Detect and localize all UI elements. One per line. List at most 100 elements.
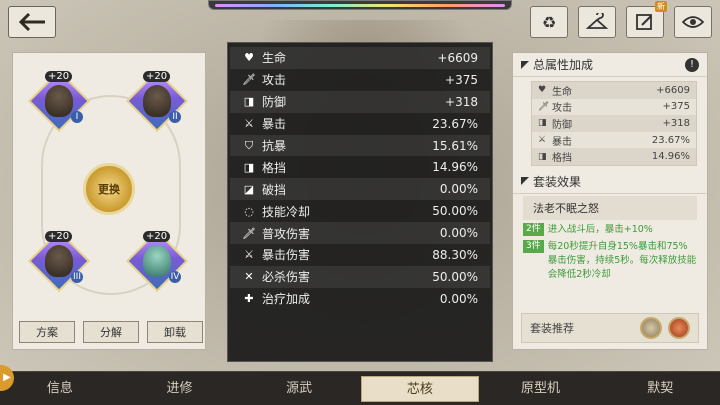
tab-prototype[interactable]: 原型机 [483, 376, 599, 402]
stat-value: 0.00% [439, 226, 478, 241]
crit-damage-icon: ⚔ [244, 248, 254, 262]
stat-name: 治疗加成 [262, 292, 311, 307]
stat-name: 必杀伤害 [262, 270, 311, 285]
outfit-button[interactable] [578, 6, 616, 38]
stat-row-hp: ♥ 生命 +6609 [230, 47, 490, 69]
total-attrs-header: 总属性加成 ! [513, 53, 707, 77]
slot-number: I [71, 111, 83, 123]
stat-row-crit-dmg: ⚔ 暴击伤害 88.30% [230, 244, 490, 266]
stat-value: +375 [445, 72, 478, 87]
stat-value: 88.30% [432, 247, 478, 262]
bottom-nav: 信息 进修 源武 芯核 原型机 默契 [0, 371, 720, 405]
attr-value: +375 [662, 101, 690, 113]
tab-bond[interactable]: 默契 [602, 376, 718, 402]
stat-row-heal: ✚ 治疗加成 0.00% [230, 288, 490, 310]
section-marker-icon [521, 177, 529, 186]
recommend-core-icon[interactable] [640, 317, 662, 339]
slot-number: II [169, 111, 181, 123]
attr-row: ♥ 生命 +6609 [532, 82, 696, 99]
swap-button[interactable]: 更换 [83, 163, 135, 215]
heart-icon: ♥ [538, 85, 547, 96]
stat-value: 50.00% [432, 204, 478, 219]
sword-icon: 🗡 [242, 73, 256, 87]
total-attrs-list: ♥ 生命 +6609 🗡 攻击 +375 ◨ 防御 +318 ⚔ 暴击 23.67% ◨ 格挡 14… [531, 81, 697, 166]
recycle-button[interactable]: ♻ [530, 6, 568, 38]
block-icon: ◨ [243, 160, 255, 174]
stat-value: 0.00% [439, 182, 478, 197]
sword-icon: 🗡 [538, 101, 550, 112]
info-icon[interactable]: ! [685, 57, 699, 72]
slot-number: III [71, 271, 83, 283]
dismantle-button[interactable]: 分解 [83, 321, 139, 343]
normal-attack-icon: 🗡 [242, 226, 256, 240]
view-button[interactable] [674, 6, 712, 38]
slot-level: +20 [143, 71, 171, 82]
anubis-core-icon [143, 85, 171, 117]
attr-name: 暴击 [552, 136, 572, 148]
attr-value: 23.67% [651, 134, 690, 146]
core-slot-1[interactable]: +20 I [27, 69, 91, 133]
set-piece-tag: 3件 [523, 239, 544, 253]
set-recommend-label: 套装推荐 [530, 322, 574, 335]
stat-row-crit-resist: ⛉ 抗暴 15.61% [230, 134, 490, 157]
core-slot-2[interactable]: +20 II [125, 69, 189, 133]
break-block-icon: ◪ [243, 182, 255, 196]
tab-core[interactable]: 芯核 [361, 375, 479, 402]
recommend-core-icon[interactable] [668, 317, 690, 339]
set-effect-text: 进入战斗后，暴击+10% [547, 223, 653, 235]
core-slot-3[interactable]: +20 III [27, 229, 91, 293]
set-effect-text: 每20秒提升自身15%暴击和75%暴击伤害，持续5秒。每次释放技能会降低2秒冷却 [547, 240, 697, 280]
tab-info[interactable]: 信息 [2, 376, 118, 402]
set-recommend-button[interactable]: 套装推荐 [521, 313, 699, 343]
crossed-swords-icon: ⚔ [244, 117, 254, 131]
stat-name: 生命 [262, 51, 287, 66]
shield-icon: ◨ [243, 95, 255, 109]
ultimate-icon: ✕ [244, 270, 254, 284]
attr-row: ⚔ 暴击 23.67% [532, 132, 696, 149]
stat-row-cooldown: ◌ 技能冷却 50.00% [230, 200, 490, 222]
stat-name: 暴击 [262, 117, 287, 132]
attr-value: +6609 [656, 84, 690, 96]
stat-name: 破挡 [262, 182, 287, 197]
stat-row-ultimate-dmg: ✕ 必杀伤害 50.00% [230, 265, 490, 288]
set-effect-header: 套装效果 [513, 170, 707, 194]
edit-button[interactable]: 新 [626, 1, 667, 38]
attribute-summary-panel: 总属性加成 ! ♥ 生命 +6609 🗡 攻击 +375 ◨ 防御 +318 ⚔ 暴击 23.6… [512, 52, 708, 350]
unequip-button[interactable]: 卸载 [147, 321, 203, 343]
back-button[interactable] [8, 6, 56, 38]
new-badge: 新 [655, 1, 667, 12]
set-effect-3pc: 3件 每20秒提升自身15%暴击和75%暴击伤害，持续5秒。每次释放技能会降低2… [523, 239, 697, 282]
attr-name: 防御 [552, 119, 572, 131]
anubis-core-icon [45, 85, 73, 117]
beast-core-icon [143, 245, 171, 277]
hanger-icon [586, 13, 608, 29]
stat-row-normal-dmg: 🗡 普攻伤害 0.00% [230, 222, 490, 245]
attr-name: 格挡 [552, 153, 572, 165]
stat-name: 技能冷却 [262, 204, 311, 219]
tab-weapon[interactable]: 源武 [241, 376, 357, 402]
stat-name: 防御 [262, 95, 287, 110]
edit-icon [636, 14, 652, 30]
stat-value: 0.00% [439, 291, 478, 306]
stat-value: +318 [445, 94, 478, 109]
attr-name: 生命 [552, 86, 572, 98]
set-effect-2pc: 2件 进入战斗后，暴击+10% [523, 222, 697, 237]
stat-value: +6609 [437, 50, 478, 65]
attr-value: +318 [662, 117, 690, 129]
anubis-core-icon [45, 245, 73, 277]
top-toolbar: ♻ 新 [530, 1, 712, 38]
stat-name: 格挡 [262, 160, 287, 175]
stat-value: 23.67% [432, 116, 478, 131]
total-attrs-title: 总属性加成 [533, 58, 594, 72]
heart-icon: ♥ [244, 51, 254, 65]
core-slot-4[interactable]: +20 IV [125, 229, 189, 293]
stats-panel: ♥ 生命 +6609 🗡 攻击 +375 ◨ 防御 +318 ⚔ 暴击 23.67% ⛉ 抗暴 15… [227, 42, 493, 362]
stat-name: 抗暴 [262, 139, 287, 153]
stat-value: 14.96% [432, 160, 478, 175]
set-name: 法老不眠之怒 [523, 195, 697, 220]
stat-value: 15.61% [432, 138, 478, 153]
attr-row: 🗡 攻击 +375 [532, 99, 696, 116]
preset-button[interactable]: 方案 [19, 321, 75, 343]
tab-advance[interactable]: 进修 [122, 376, 238, 402]
attr-row: ◨ 防御 +318 [532, 115, 696, 132]
